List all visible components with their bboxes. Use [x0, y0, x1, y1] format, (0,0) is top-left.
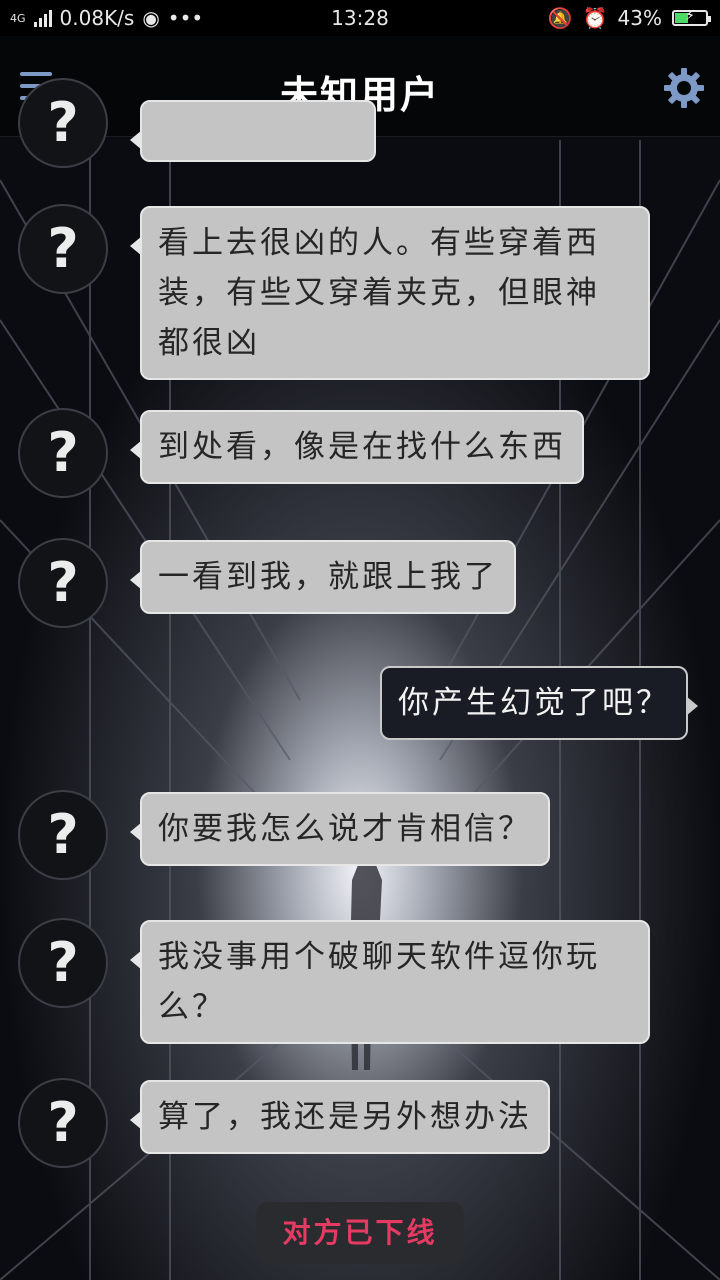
- self-message-bubble: 你产生幻觉了吧？: [380, 666, 698, 740]
- status-right: 🔕 ⏰ 43% ⚡: [547, 6, 711, 30]
- avatar[interactable]: ?: [18, 1078, 108, 1168]
- battery-icon: ⚡: [672, 8, 711, 26]
- message-bubble: 看上去很凶的人。有些穿着西装，有些又穿着夹克，但眼神都很凶: [130, 206, 650, 380]
- message-bubble: 到处看，像是在找什么东西: [130, 410, 584, 484]
- avatar[interactable]: ?: [18, 790, 108, 880]
- message-bubble: [130, 100, 376, 162]
- avatar[interactable]: ?: [18, 918, 108, 1008]
- gear-icon[interactable]: [662, 66, 706, 110]
- status-bar: 4G 0.08K/s ◉ ••• 13:28 🔕 ⏰ 43% ⚡: [0, 0, 720, 36]
- avatar[interactable]: ?: [18, 408, 108, 498]
- avatar[interactable]: ?: [18, 204, 108, 294]
- battery-percent: 43%: [617, 6, 662, 30]
- alarm-icon: ⏰: [582, 6, 608, 30]
- message-bubble: 你要我怎么说才肯相信？: [130, 792, 550, 866]
- message-bubble: 算了，我还是另外想办法: [130, 1080, 550, 1154]
- charging-icon: ⚡: [685, 8, 695, 24]
- message-bubble: 我没事用个破聊天软件逗你玩么？: [130, 920, 650, 1044]
- mute-bell-icon: 🔕: [547, 6, 573, 30]
- message-bubble: 一看到我，就跟上我了: [130, 540, 516, 614]
- avatar[interactable]: ?: [18, 78, 108, 168]
- offline-notice: 对方已下线: [256, 1202, 464, 1264]
- avatar[interactable]: ?: [18, 538, 108, 628]
